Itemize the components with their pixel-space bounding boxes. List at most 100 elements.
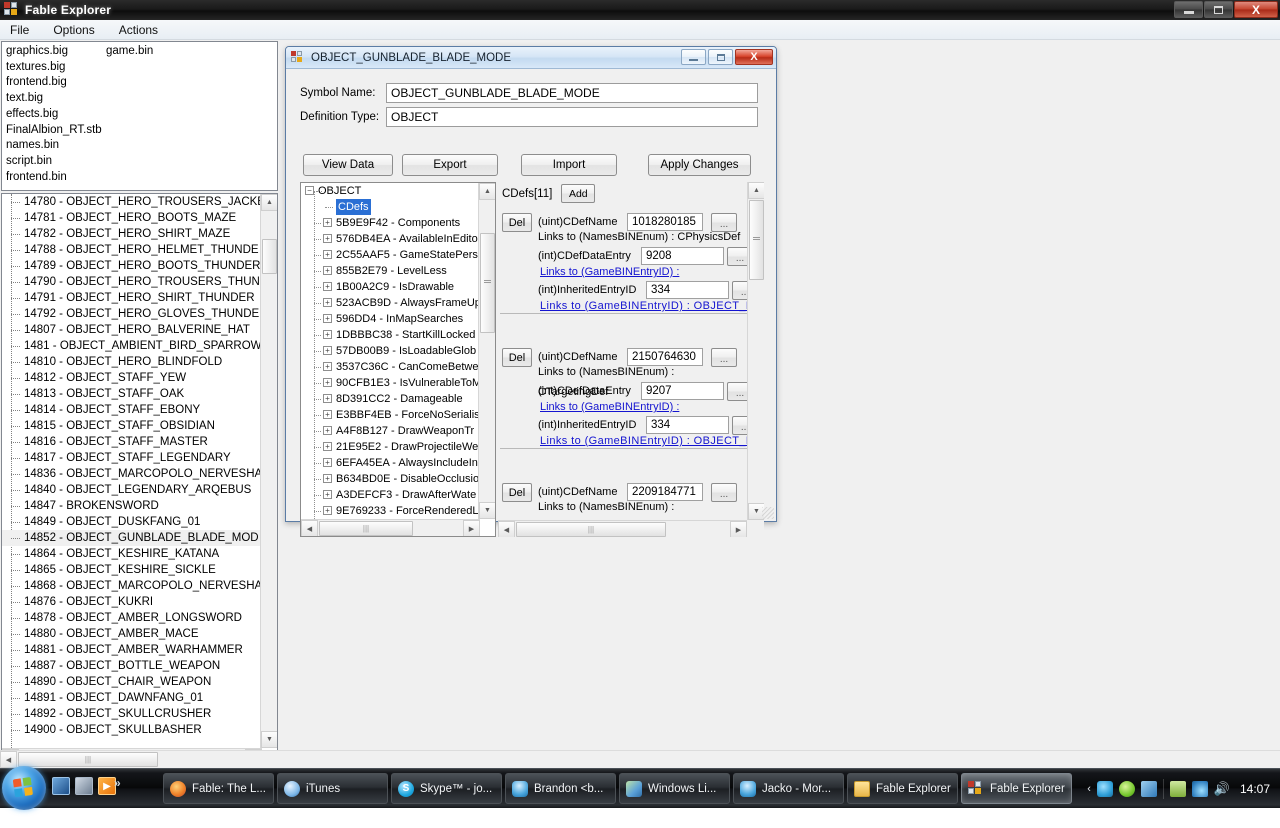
tree-row[interactable]: 1481 - OBJECT_AMBIENT_BIRD_SPARROW xyxy=(2,338,262,354)
list-item[interactable]: frontend.bin xyxy=(6,170,102,186)
scroll-up-icon[interactable]: ▲ xyxy=(261,194,278,211)
scroll-left-icon[interactable]: ◀ xyxy=(498,521,515,537)
list-item[interactable]: textures.big xyxy=(6,60,102,76)
expand-icon[interactable]: + xyxy=(323,426,332,435)
show-desktop-icon[interactable] xyxy=(52,777,70,795)
tree-node[interactable]: +A4F8B127 - DrawWeaponTr xyxy=(301,423,480,439)
expand-icon[interactable]: + xyxy=(323,346,332,355)
tree-node[interactable]: +57DB00B9 - IsLoadableGlob xyxy=(301,343,480,359)
add-cdef-button[interactable]: Add xyxy=(561,184,595,203)
list-item[interactable]: frontend.big xyxy=(6,75,102,91)
tree-node[interactable]: +1B00A2C9 - IsDrawable xyxy=(301,279,480,295)
delete-cdef-button[interactable]: Del xyxy=(502,348,532,367)
expand-icon[interactable]: + xyxy=(323,234,332,243)
expand-icon[interactable]: + xyxy=(323,314,332,323)
tree-node[interactable]: +8D391CC2 - Damageable xyxy=(301,391,480,407)
export-button[interactable]: Export xyxy=(402,154,498,176)
main-window-hscrollbar[interactable]: ◀ ||| xyxy=(0,750,1280,768)
tree-row[interactable]: 14852 - OBJECT_GUNBLADE_BLADE_MOD xyxy=(2,530,262,546)
tree-node[interactable]: +21E95E2 - DrawProjectileWe xyxy=(301,439,480,455)
tree-row[interactable]: 14840 - OBJECT_LEGENDARY_ARQEBUS xyxy=(2,482,262,498)
symbol-name-input[interactable]: OBJECT_GUNBLADE_BLADE_MODE xyxy=(386,83,758,103)
tree-node[interactable]: +523ACB9D - AlwaysFrameUp xyxy=(301,295,480,311)
tree-row[interactable]: 14881 - OBJECT_AMBER_WARHAMMER xyxy=(2,642,262,658)
expand-icon[interactable]: + xyxy=(323,378,332,387)
tree-row[interactable]: 14815 - OBJECT_STAFF_OBSIDIAN xyxy=(2,418,262,434)
scroll-down-icon[interactable]: ▼ xyxy=(261,731,278,748)
vscroll-thumb[interactable] xyxy=(262,239,277,274)
expand-icon[interactable]: + xyxy=(323,394,332,403)
maximize-button[interactable] xyxy=(1204,1,1233,18)
task-button[interactable]: Fable: The L... xyxy=(163,773,274,804)
view-data-button[interactable]: View Data xyxy=(303,154,393,176)
tree-row[interactable]: 14807 - OBJECT_HERO_BALVERINE_HAT xyxy=(2,322,262,338)
close-button[interactable]: X xyxy=(1234,1,1278,18)
cdef-data-entry-link[interactable]: Links to (GameBINEntryID) : xyxy=(540,397,679,417)
tree-row[interactable]: 14868 - OBJECT_MARCOPOLO_NERVESHA xyxy=(2,578,262,594)
window-title-bar[interactable]: Fable Explorer X xyxy=(0,0,1280,20)
shield-ok-icon[interactable] xyxy=(1119,781,1135,797)
tree-row[interactable]: 14890 - OBJECT_CHAIR_WEAPON xyxy=(2,674,262,690)
task-button[interactable]: Brandon <b... xyxy=(505,773,616,804)
tree-row[interactable]: 14864 - OBJECT_KESHIRE_KATANA xyxy=(2,546,262,562)
definition-tree-hscrollbar[interactable]: ◀ ||| ▶ xyxy=(301,519,480,536)
tree-node[interactable]: +5B9E9F42 - Components xyxy=(301,215,480,231)
task-button[interactable]: Windows Li... xyxy=(619,773,730,804)
list-item[interactable]: game.bin xyxy=(106,44,153,60)
tree-node-cdefs[interactable]: CDefs xyxy=(301,199,480,215)
battery-icon[interactable] xyxy=(1170,781,1186,797)
delete-cdef-button[interactable]: Del xyxy=(502,213,532,232)
task-button[interactable]: iTunes xyxy=(277,773,388,804)
tree-row[interactable]: 14891 - OBJECT_DAWNFANG_01 xyxy=(2,690,262,706)
tree-row[interactable]: 14892 - OBJECT_SKULLCRUSHER xyxy=(2,706,262,722)
tree-node[interactable]: +A3DEFCF3 - DrawAfterWate xyxy=(301,487,480,503)
vscroll-thumb[interactable] xyxy=(480,233,495,333)
scroll-right-icon[interactable]: ▶ xyxy=(463,520,480,537)
expand-icon[interactable]: + xyxy=(323,250,332,259)
list-item[interactable]: graphics.big xyxy=(6,44,102,60)
vscroll-thumb[interactable] xyxy=(749,200,764,280)
definition-type-input[interactable]: OBJECT xyxy=(386,107,758,127)
tree-node[interactable]: +2C55AAF5 - GameStatePersi xyxy=(301,247,480,263)
tree-node[interactable]: +90CFB1E3 - IsVulnerableToM xyxy=(301,375,480,391)
expand-icon[interactable]: + xyxy=(323,266,332,275)
tree-node[interactable]: +1DBBBC38 - StartKillLocked xyxy=(301,327,480,343)
tree-row[interactable]: 14812 - OBJECT_STAFF_YEW xyxy=(2,370,262,386)
tree-row[interactable]: 14814 - OBJECT_STAFF_EBONY xyxy=(2,402,262,418)
list-item[interactable]: FinalAlbion_RT.stb xyxy=(6,123,102,139)
expand-icon[interactable]: + xyxy=(323,410,332,419)
definition-tree-vscrollbar[interactable]: ▲ ▼ xyxy=(478,183,495,519)
tree-row[interactable]: 14791 - OBJECT_HERO_SHIRT_THUNDER xyxy=(2,290,262,306)
expand-icon[interactable]: + xyxy=(323,282,332,291)
list-item[interactable]: names.bin xyxy=(6,138,102,154)
hscroll-thumb[interactable]: ||| xyxy=(319,521,413,536)
tree-row[interactable]: 14790 - OBJECT_HERO_TROUSERS_THUN xyxy=(2,274,262,290)
tree-row[interactable]: 14847 - BROKENSWORD xyxy=(2,498,262,514)
scroll-up-icon[interactable]: ▲ xyxy=(479,183,496,200)
dialog-title-bar[interactable]: OBJECT_GUNBLADE_BLADE_MODE X xyxy=(286,47,776,69)
expand-icon[interactable]: + xyxy=(323,506,332,515)
expand-icon[interactable]: + xyxy=(323,490,332,499)
expand-icon[interactable]: + xyxy=(323,442,332,451)
tree-row[interactable]: 14817 - OBJECT_STAFF_LEGENDARY xyxy=(2,450,262,466)
scroll-down-icon[interactable]: ▼ xyxy=(479,502,496,519)
cdefs-hscrollbar[interactable]: ◀ ||| ▶ xyxy=(498,520,747,537)
clock[interactable]: 14:07 xyxy=(1240,782,1270,796)
expand-icon[interactable]: + xyxy=(323,474,332,483)
delete-cdef-button[interactable]: Del xyxy=(502,483,532,502)
scroll-right-icon[interactable]: ▶ xyxy=(730,521,747,537)
task-button[interactable]: Jacko - Mor... xyxy=(733,773,844,804)
tree-row[interactable]: 14876 - OBJECT_KUKRI xyxy=(2,594,262,610)
cdef-inherited-link[interactable]: Links to (GameBINEntryID) : OBJECT_MEL xyxy=(540,431,764,451)
avg-antivirus-icon[interactable] xyxy=(1097,781,1113,797)
tree-row[interactable]: 14887 - OBJECT_BOTTLE_WEAPON xyxy=(2,658,262,674)
tree-row[interactable]: 14816 - OBJECT_STAFF_MASTER xyxy=(2,434,262,450)
tree-row[interactable]: 14836 - OBJECT_MARCOPOLO_NERVESHA xyxy=(2,466,262,482)
expand-icon[interactable]: + xyxy=(323,298,332,307)
object-tree-list[interactable]: 14780 - OBJECT_HERO_TROUSERS_JACKE14781 … xyxy=(1,193,278,766)
resize-grip[interactable] xyxy=(762,507,774,519)
definition-tree[interactable]: −OBJECTCDefs+5B9E9F42 - Components+576DB… xyxy=(300,182,496,537)
switch-windows-icon[interactable] xyxy=(75,777,93,795)
cdefs-vscrollbar[interactable]: ▲ ▼ xyxy=(747,182,764,520)
expand-icon[interactable]: + xyxy=(323,218,332,227)
